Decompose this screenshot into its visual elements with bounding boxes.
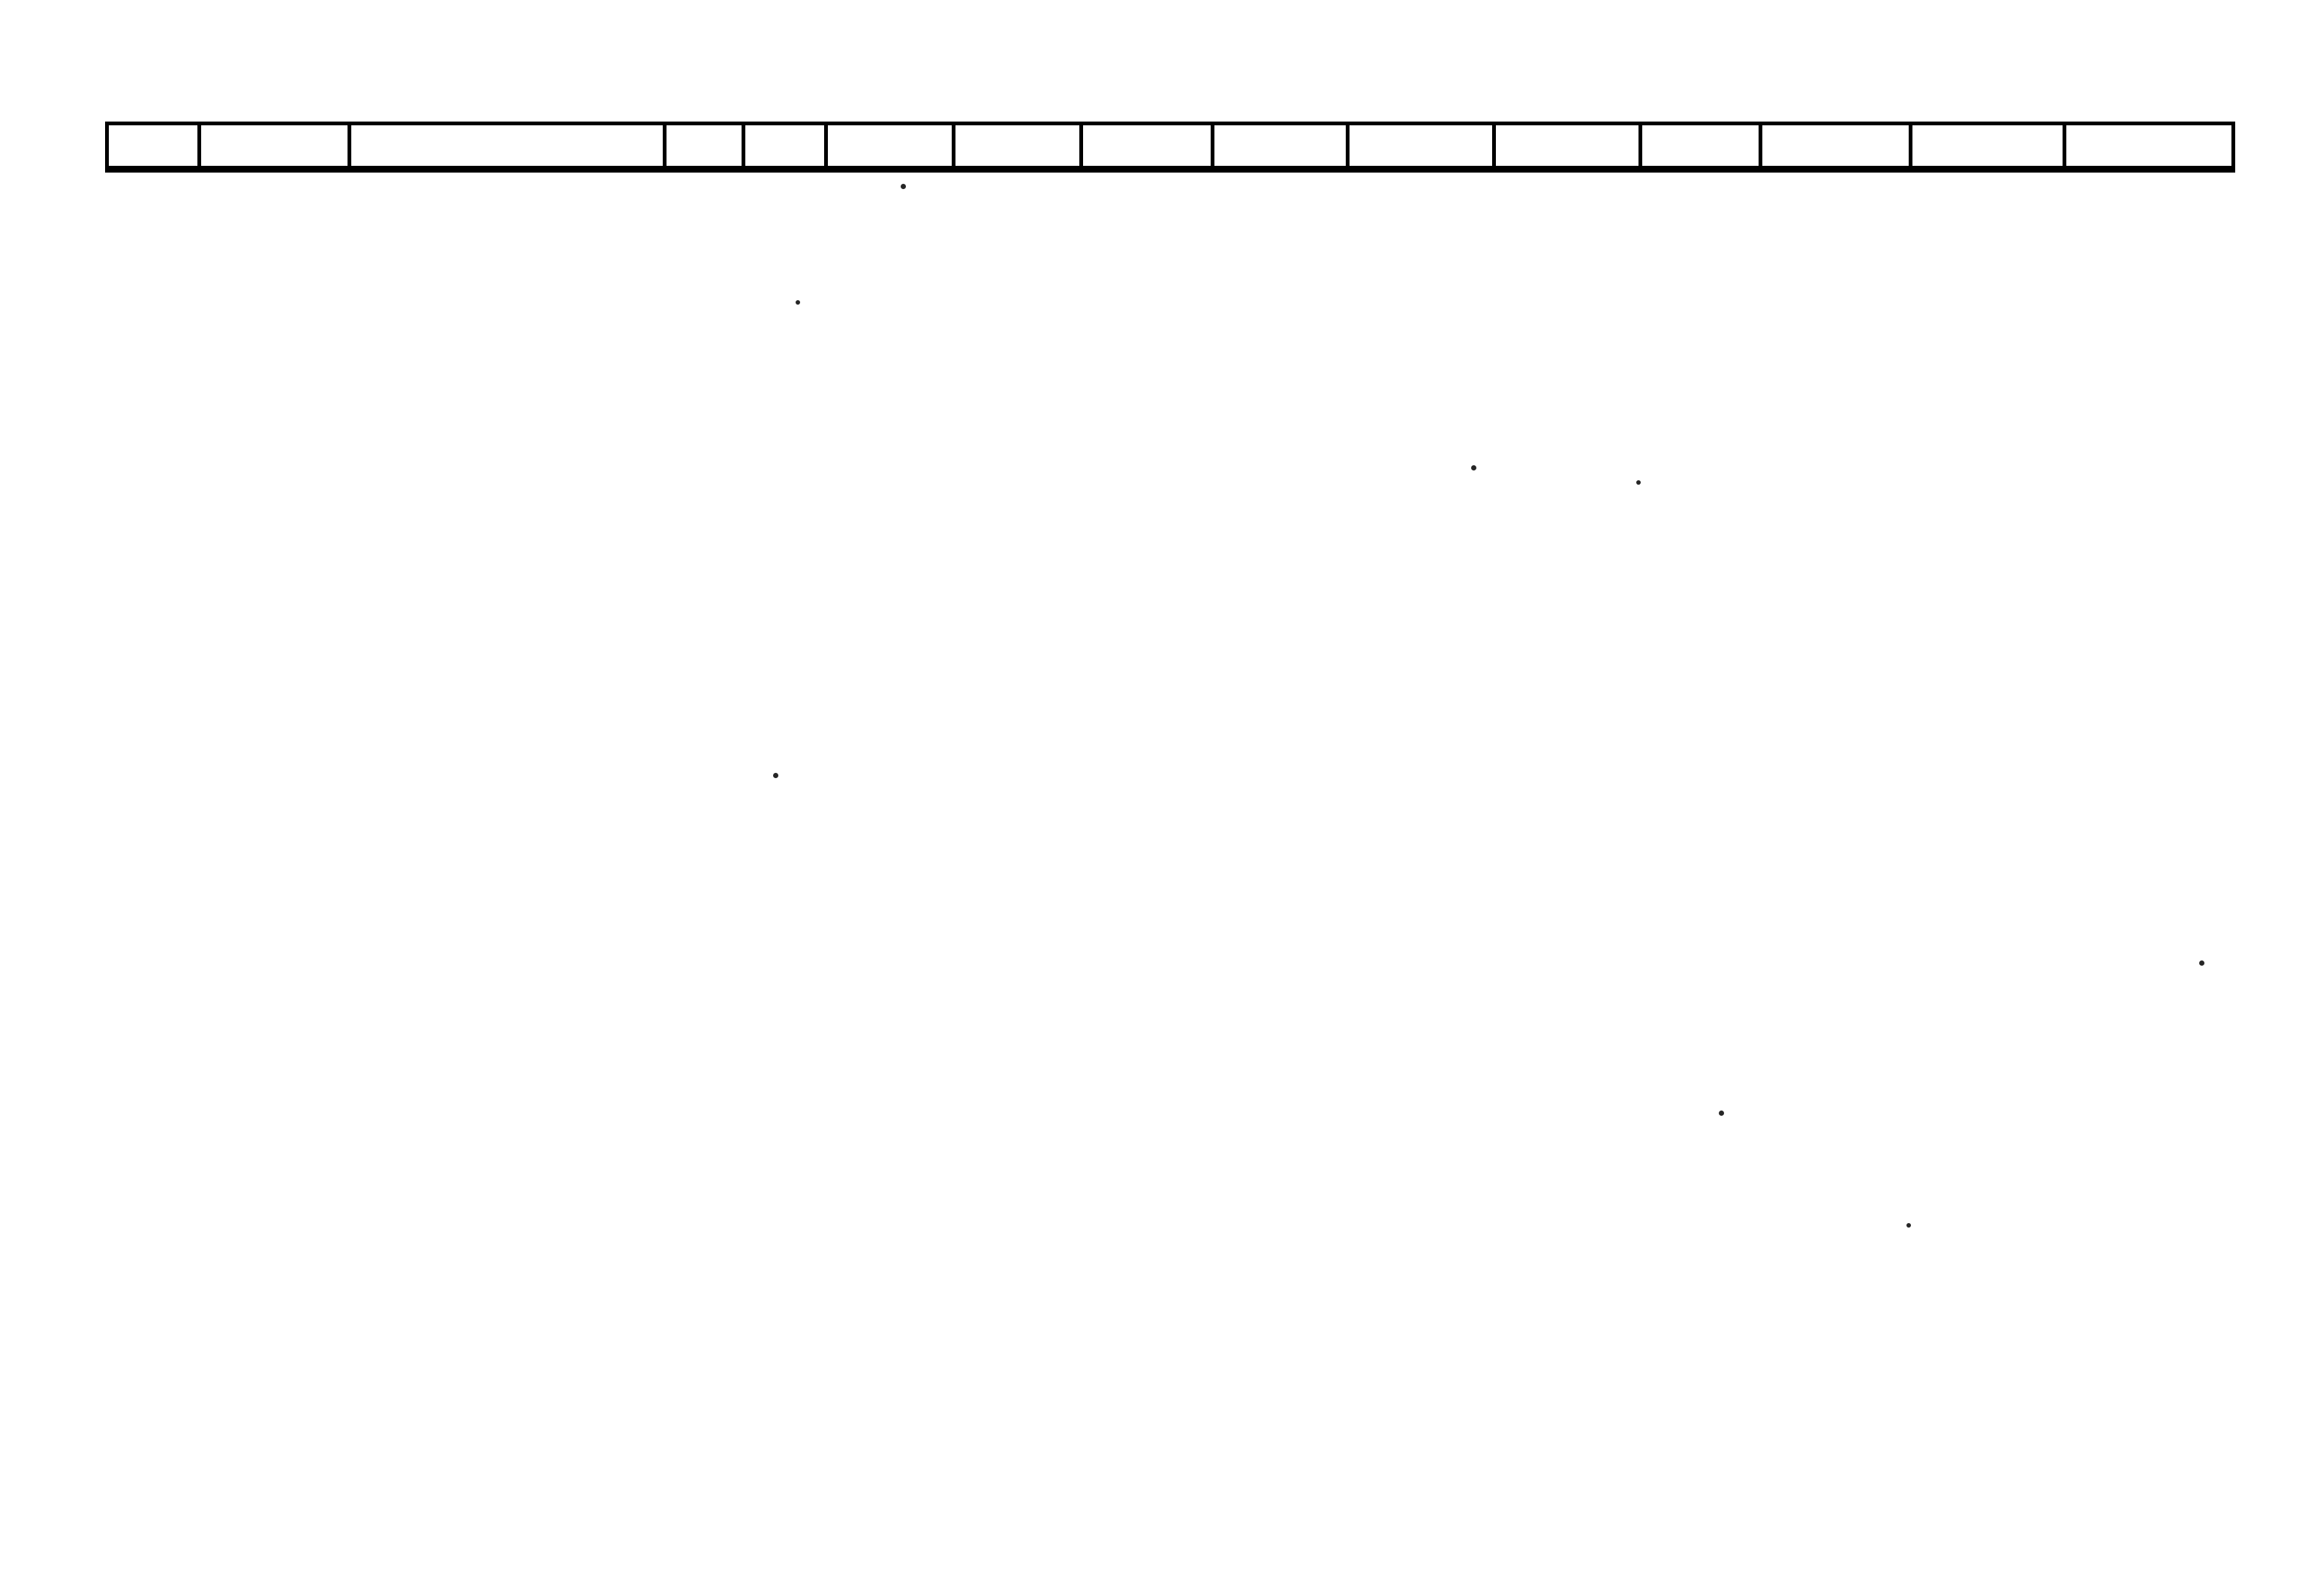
- scan-speckle: [773, 773, 778, 778]
- column-header-5: [745, 125, 828, 166]
- column-header-11: [1496, 125, 1642, 166]
- scan-speckle: [901, 184, 906, 189]
- page-header: [0, 44, 2305, 96]
- table-column-header-row: [105, 122, 2235, 173]
- scan-speckle: [796, 300, 800, 305]
- column-header-12: [1642, 125, 1762, 166]
- column-header-1: [105, 125, 201, 166]
- scan-speckle: [2199, 960, 2204, 966]
- scan-speckle: [1471, 465, 1476, 470]
- column-header-6: [828, 125, 955, 166]
- column-header-4: [667, 125, 745, 166]
- column-header-10: [1350, 125, 1496, 166]
- scanned-document-page: [0, 0, 2305, 1596]
- column-header-8: [1083, 125, 1214, 166]
- scan-speckle: [1906, 1223, 1911, 1228]
- scan-speckle: [1719, 1111, 1724, 1116]
- column-header-13: [1762, 125, 1912, 166]
- column-header-2: [201, 125, 351, 166]
- column-header-7: [955, 125, 1083, 166]
- scan-speckle: [1636, 480, 1641, 485]
- column-header-14: [1912, 125, 2066, 166]
- column-header-9: [1214, 125, 1350, 166]
- column-header-3: [351, 125, 667, 166]
- column-header-15: [2066, 125, 2235, 166]
